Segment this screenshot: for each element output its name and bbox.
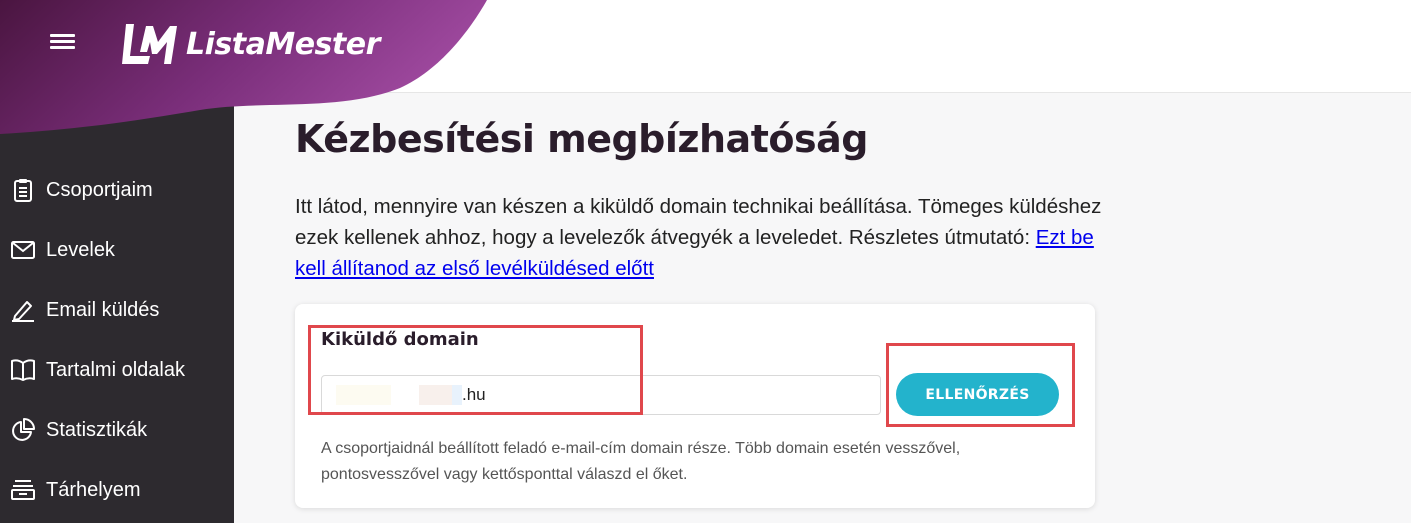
- intro-paragraph: Itt látod, mennyire van készen a kiküldő…: [295, 191, 1115, 284]
- book-icon: [11, 358, 35, 382]
- domain-hint-text: A csoportjaidnál beállított feladó e-mai…: [321, 440, 961, 483]
- sidebar-item-label: Email küldés: [46, 298, 160, 321]
- pie-chart-icon: [11, 418, 35, 442]
- pencil-icon: [11, 298, 35, 322]
- main-content: Kézbesítési megbízhatóság Itt látod, men…: [234, 93, 1411, 523]
- sidebar-item-statisztikak[interactable]: Statisztikák: [0, 405, 234, 455]
- hamburger-icon: [50, 34, 75, 37]
- sidebar: Csoportjaim Levelek Email küldés Tartalm…: [0, 92, 234, 523]
- sidebar-item-csoportjaim[interactable]: Csoportjaim: [0, 165, 234, 215]
- sidebar-item-label: Statisztikák: [46, 418, 148, 441]
- menu-toggle-button[interactable]: [50, 31, 78, 53]
- sending-domain-input[interactable]: .hu: [321, 375, 881, 415]
- brand-name: ListaMester: [186, 26, 380, 62]
- storage-icon: [11, 478, 35, 502]
- listamester-logo-icon: [122, 24, 177, 64]
- sidebar-item-levelek[interactable]: Levelek: [0, 225, 234, 275]
- sidebar-item-label: Tárhelyem: [46, 478, 141, 501]
- intro-text: Itt látod, mennyire van készen a kiküldő…: [295, 195, 1102, 249]
- sending-domain-card: Kiküldő domain .hu ELLENŐRZÉS A csoportj…: [295, 304, 1095, 508]
- envelope-icon: [11, 238, 35, 262]
- sidebar-item-tartalmi-oldalak[interactable]: Tartalmi oldalak: [0, 345, 234, 395]
- sidebar-item-label: Csoportjaim: [46, 178, 153, 201]
- sending-domain-label: Kiküldő domain: [321, 329, 479, 350]
- sidebar-item-email-kuldes[interactable]: Email küldés: [0, 285, 234, 335]
- redacted-text: [336, 385, 391, 405]
- check-domain-button[interactable]: ELLENŐRZÉS: [896, 373, 1059, 416]
- brand-header-shape: [0, 0, 487, 134]
- brand-logo[interactable]: ListaMester: [120, 22, 380, 66]
- clipboard-icon: [11, 178, 35, 202]
- redacted-text: [452, 385, 462, 405]
- sidebar-item-label: Levelek: [46, 238, 115, 261]
- sidebar-item-tarhelyem[interactable]: Tárhelyem: [0, 465, 234, 515]
- domain-input-value: .hu: [462, 385, 486, 404]
- sidebar-item-label: Tartalmi oldalak: [46, 358, 185, 381]
